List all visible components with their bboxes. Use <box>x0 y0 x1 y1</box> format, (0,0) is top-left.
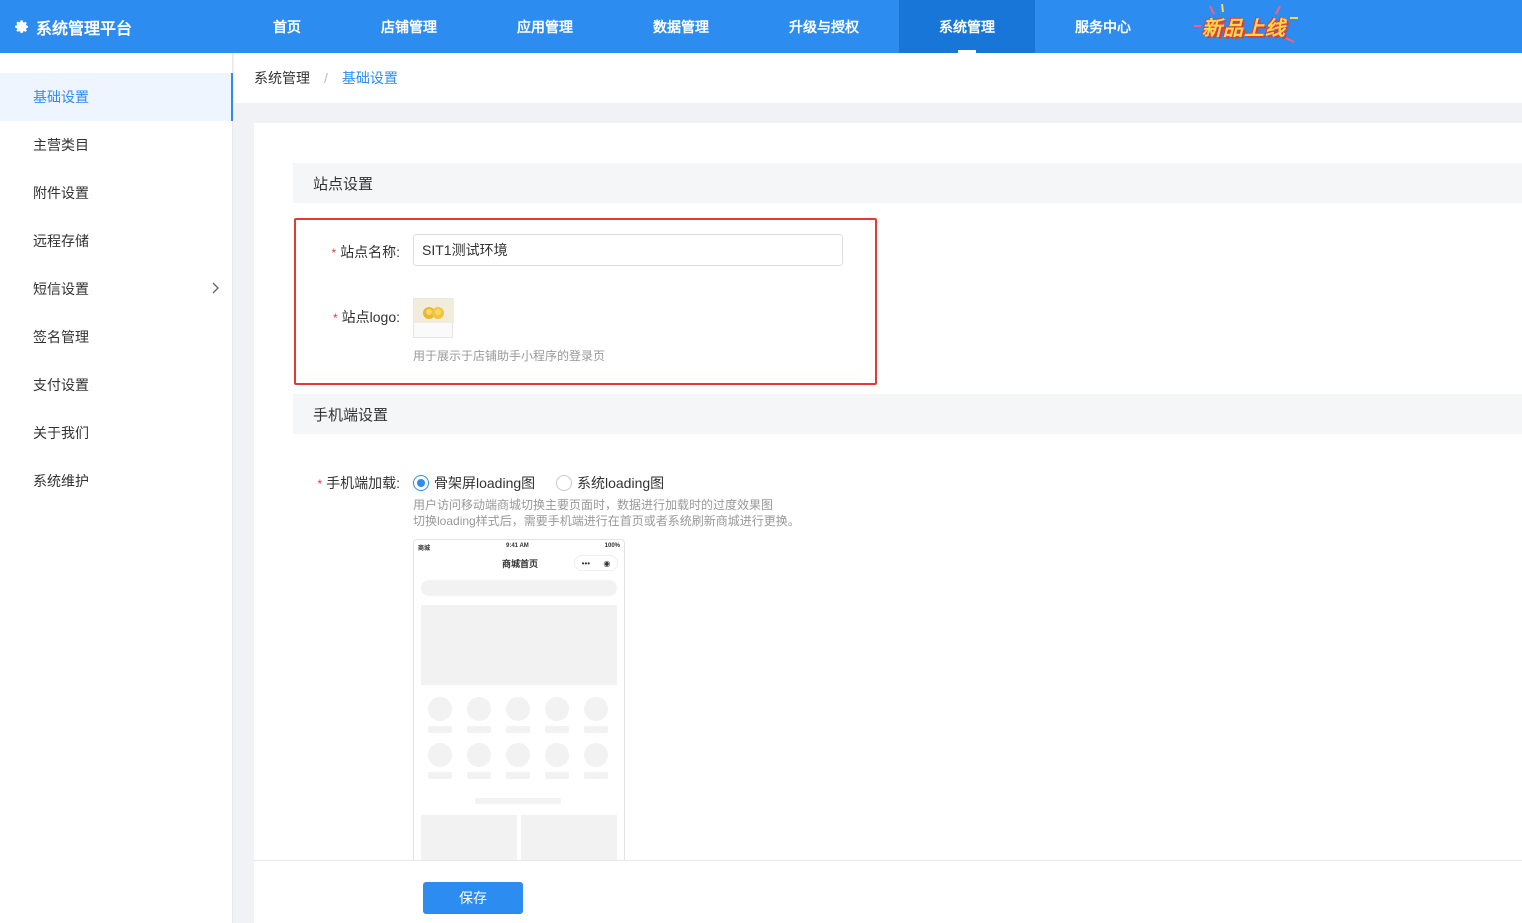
phone-battery: 100% <box>604 543 620 549</box>
nav-service-center[interactable]: 服务中心 <box>1035 0 1171 53</box>
chevron-right-icon <box>212 282 219 294</box>
breadcrumb-current: 基础设置 <box>341 70 398 86</box>
more-dots-icon: ••• <box>581 558 591 568</box>
main-nav: 首页 店铺管理 应用管理 数据管理 升级与授权 系统管理 服务中心 <box>233 0 1171 53</box>
mobile-loading-hint-1: 用户访问移动端商城切换主要页面时，数据进行加载时的过度效果图 <box>413 498 774 512</box>
mobile-loading-hint-2: 切换loading样式后，需要手机端进行在首页或者系统刷新商城进行更换。 <box>413 514 800 528</box>
skeleton-search <box>421 580 617 596</box>
nav-store-management[interactable]: 店铺管理 <box>341 0 477 53</box>
radio-label: 骨架屏loading图 <box>434 475 536 491</box>
miniprogram-capsule: ••• ◉ <box>574 555 618 571</box>
skeleton-card <box>421 815 517 861</box>
sidebar-menu: 基础设置 主营类目 附件设置 远程存储 短信设置 签名管理 支付设置 关于我们 … <box>0 73 233 505</box>
section-site-settings-title: 站点设置 <box>293 163 1522 203</box>
skeleton-label <box>467 772 491 779</box>
skeleton-icon <box>467 697 491 721</box>
section-mobile-settings-title: 手机端设置 <box>293 394 1522 434</box>
save-button[interactable]: 保存 <box>423 882 523 914</box>
sidebar-item-basic-settings[interactable]: 基础设置 <box>0 73 233 121</box>
skeleton-icon <box>584 697 608 721</box>
skeleton-icon <box>506 697 530 721</box>
skeleton-label <box>584 772 608 779</box>
skeleton-card <box>521 815 617 861</box>
skeleton-banner <box>421 605 617 685</box>
skeleton-label <box>545 772 569 779</box>
skeleton-preview-phone: 商城 9:41 AM 100% 商城首页 ••• ◉ <box>413 539 625 861</box>
sidebar-item-about-us[interactable]: 关于我们 <box>0 409 233 457</box>
skeleton-label <box>545 726 569 733</box>
skeleton-label <box>584 726 608 733</box>
skeleton-icon <box>428 743 452 767</box>
skeleton-icon <box>545 697 569 721</box>
gear-icon <box>15 19 29 33</box>
sidebar-item-signature-management[interactable]: 签名管理 <box>0 313 233 361</box>
skeleton-icon <box>545 743 569 767</box>
required-mark: * <box>317 477 323 491</box>
breadcrumb-parent[interactable]: 系统管理 <box>254 68 310 88</box>
skeleton-divider <box>475 798 561 804</box>
settings-form: 站点设置 * 站点名称: SIT1测试环境 * 站点logo: 用于展示于店铺助手小… <box>254 123 1522 923</box>
skeleton-icon <box>428 697 452 721</box>
radio-skeleton-loading[interactable]: 骨架屏loading图 <box>413 473 535 493</box>
phone-time: 9:41 AM <box>506 543 529 549</box>
radio-system-loading[interactable]: 系统loading图 <box>556 473 664 493</box>
sidebar-item-remote-storage[interactable]: 远程存储 <box>0 217 233 265</box>
nav-upgrade-authorization[interactable]: 升级与授权 <box>749 0 899 53</box>
sidebar-item-sms-settings[interactable]: 短信设置 <box>0 265 233 313</box>
breadcrumb: 系统管理 / 基础设置 <box>234 53 1522 103</box>
sidebar-item-attachment-settings[interactable]: 附件设置 <box>0 169 233 217</box>
target-icon: ◉ <box>603 558 611 568</box>
radio-unchecked-icon[interactable] <box>556 475 572 491</box>
top-navigation-bar: 系统管理平台 首页 店铺管理 应用管理 数据管理 升级与授权 系统管理 服务中心… <box>0 0 1522 53</box>
skeleton-label <box>506 726 530 733</box>
required-mark: * <box>331 246 337 260</box>
skeleton-label <box>506 772 530 779</box>
radio-label: 系统loading图 <box>577 475 665 491</box>
nav-system-management[interactable]: 系统管理 <box>899 0 1035 53</box>
sidebar-item-system-maintenance[interactable]: 系统维护 <box>0 457 233 505</box>
site-logo-upload[interactable] <box>413 298 454 338</box>
nav-app-management[interactable]: 应用管理 <box>477 0 613 53</box>
promo-text: 新品上线 <box>1202 18 1286 40</box>
sidebar-item-main-categories[interactable]: 主营类目 <box>0 121 233 169</box>
site-name-input[interactable]: SIT1测试环境 <box>413 234 843 266</box>
site-logo-label: * 站点logo: <box>332 309 400 325</box>
brand-title: 系统管理平台 <box>36 20 133 38</box>
skeleton-label <box>428 772 452 779</box>
skeleton-label <box>467 726 491 733</box>
nav-home[interactable]: 首页 <box>233 0 341 53</box>
skeleton-label <box>428 726 452 733</box>
skeleton-icon <box>506 743 530 767</box>
mobile-loading-label: * 手机端加载: <box>317 475 400 491</box>
breadcrumb-separator: / <box>324 70 328 86</box>
phone-status-bar: 商城 9:41 AM 100% <box>418 542 620 552</box>
skeleton-icon <box>467 743 491 767</box>
sidebar-item-label: 短信设置 <box>33 281 89 297</box>
site-logo-hint: 用于展示于店铺助手小程序的登录页 <box>413 349 606 363</box>
nav-data-management[interactable]: 数据管理 <box>613 0 749 53</box>
sidebar: 基础设置 主营类目 附件设置 远程存储 短信设置 签名管理 支付设置 关于我们 … <box>0 53 233 923</box>
site-name-label: * 站点名称: <box>331 244 400 260</box>
new-product-promo[interactable]: 新品上线 <box>1192 4 1300 46</box>
logo-thumbnail-icon <box>414 299 454 323</box>
skeleton-icon <box>584 743 608 767</box>
sidebar-item-payment-settings[interactable]: 支付设置 <box>0 361 233 409</box>
required-mark: * <box>332 311 338 325</box>
form-footer: 保存 <box>254 860 1522 923</box>
brand[interactable]: 系统管理平台 <box>12 0 132 53</box>
radio-checked-icon[interactable] <box>413 475 429 491</box>
phone-carrier: 商城 <box>418 546 431 552</box>
